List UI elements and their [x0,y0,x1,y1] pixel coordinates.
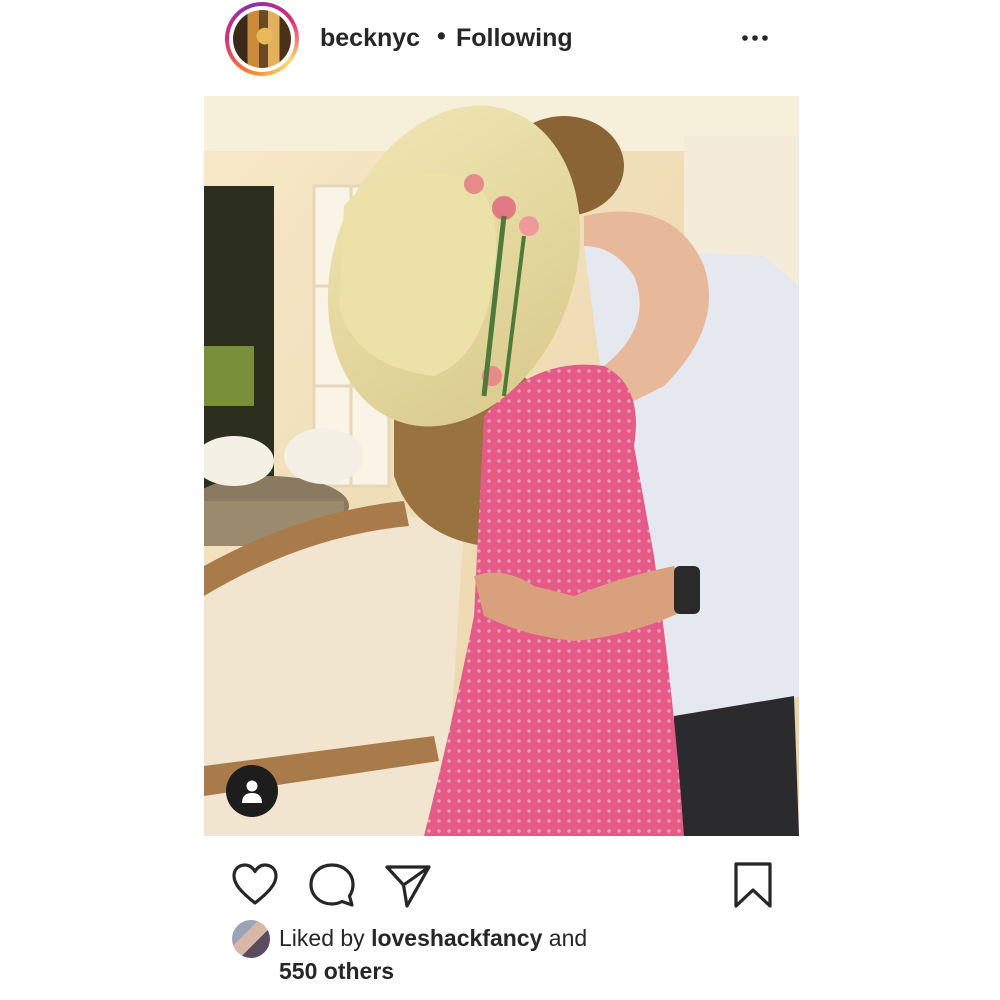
share-paper-plane-icon[interactable] [383,860,433,910]
more-options-icon[interactable] [740,28,770,48]
save-bookmark-icon[interactable] [731,860,775,910]
liked-by-connector: and [542,925,588,951]
username-link[interactable]: becknyc [320,24,420,53]
person-tag-icon [242,780,262,803]
separator-dot: • [437,22,446,50]
story-ring-avatar[interactable] [225,2,299,76]
comment-bubble-icon[interactable] [307,860,357,910]
liker-username-link[interactable]: loveshackfancy [371,925,542,951]
like-heart-icon[interactable] [230,860,280,910]
liker-avatar[interactable] [232,920,270,958]
post-photo[interactable] [204,96,799,836]
tagged-people-button[interactable] [226,765,278,817]
liked-by-text: Liked by loveshackfancy and [279,925,587,952]
liked-by-prefix: Liked by [279,925,372,951]
post-header: becknyc • Following [0,0,1000,86]
avatar [233,10,291,68]
following-button[interactable]: Following [456,24,573,53]
others-likes-link[interactable]: 550 others [279,958,394,985]
